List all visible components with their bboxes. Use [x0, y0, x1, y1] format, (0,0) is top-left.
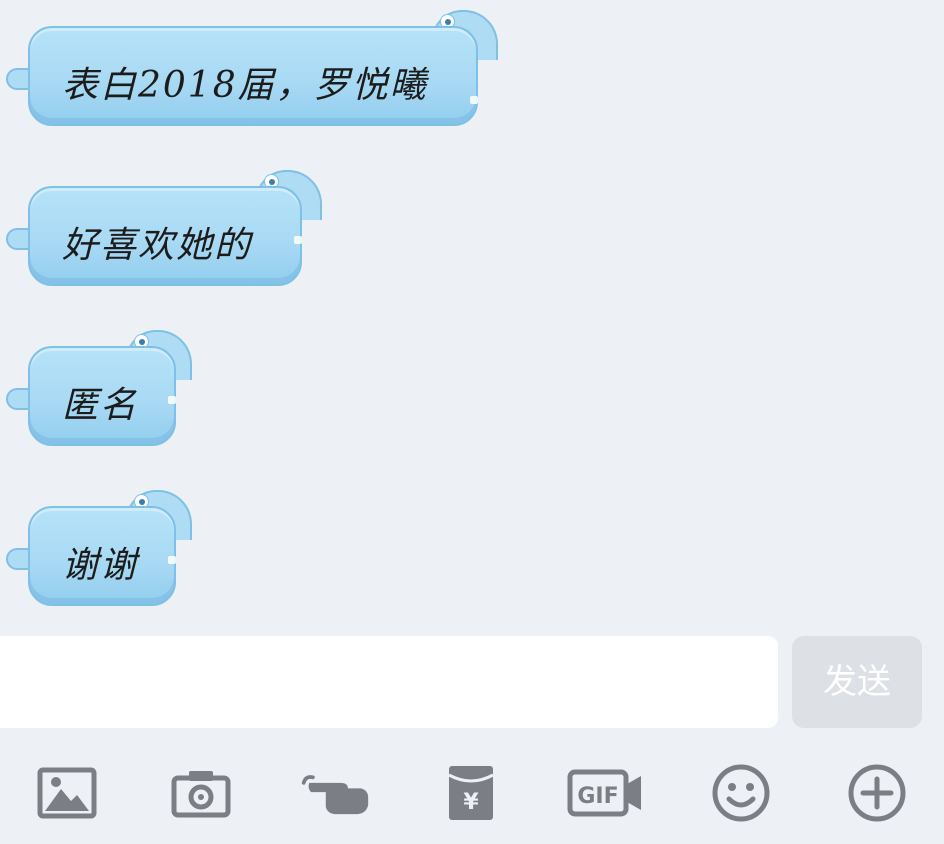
message-input[interactable] [0, 636, 778, 728]
image-icon [37, 767, 97, 819]
red-packet-button[interactable]: ¥ [436, 758, 506, 828]
message-text: 好喜欢她的 [62, 225, 253, 266]
camera-button[interactable] [166, 758, 236, 828]
bubble-nub [294, 236, 302, 244]
bubble-nub [168, 556, 176, 564]
bubble-nub [470, 96, 478, 104]
message-text: 匿名 [62, 385, 139, 426]
message-item[interactable]: 好喜欢她的 [0, 170, 330, 295]
gif-label: GIF [577, 784, 618, 809]
emoji-icon [712, 764, 770, 822]
composer-bar: 发送 [0, 632, 944, 732]
emoji-button[interactable] [706, 758, 776, 828]
message-item[interactable]: 匿名 [0, 330, 200, 455]
gif-button[interactable]: GIF [566, 758, 646, 828]
plus-icon [848, 764, 906, 822]
message-item[interactable]: 表白2018届，罗悦曦 [0, 10, 500, 135]
poke-button[interactable] [300, 758, 370, 828]
image-button[interactable] [32, 758, 102, 828]
message-text: 谢谢 [62, 545, 139, 586]
send-button[interactable]: 发送 [792, 636, 922, 728]
red-packet-icon: ¥ [448, 766, 494, 820]
input-toolbar: ¥ GIF [0, 740, 944, 844]
plus-button[interactable] [842, 758, 912, 828]
bubble-nub [168, 396, 176, 404]
red-packet-symbol: ¥ [463, 790, 479, 815]
poke-icon [301, 775, 369, 815]
camera-icon [171, 771, 231, 818]
gif-icon: GIF [567, 769, 641, 817]
message-item[interactable]: 谢谢 [0, 490, 200, 615]
message-text: 表白2018届，罗悦曦 [62, 65, 428, 106]
chat-message-list: 表白2018届，罗悦曦 好喜欢她的 匿名 谢谢 [0, 0, 944, 632]
